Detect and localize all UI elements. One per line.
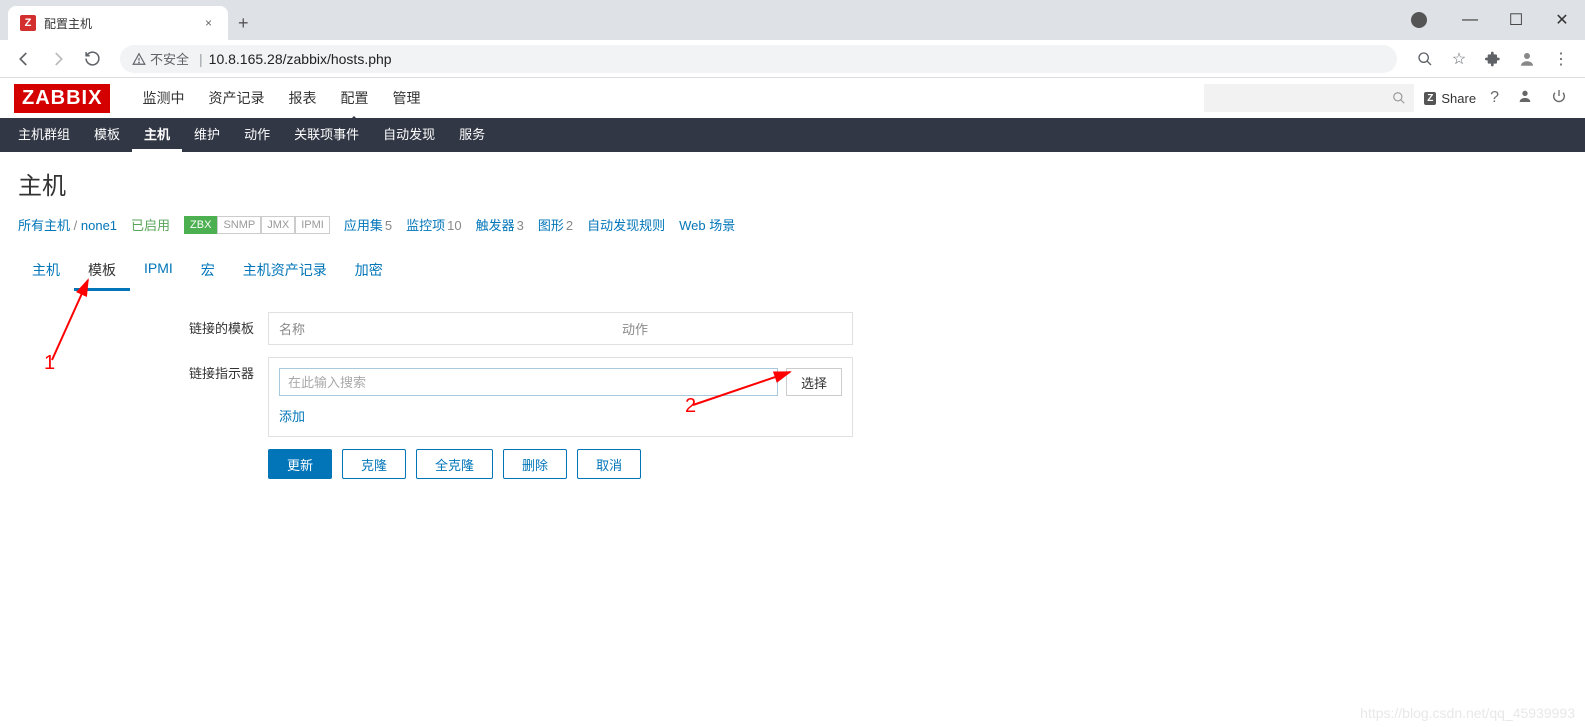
add-link[interactable]: 添加 [279,406,305,425]
new-tab-button[interactable]: + [228,6,259,40]
th-name: 名称 [279,319,622,338]
forward-button[interactable] [44,45,72,73]
subnav-hosts[interactable]: 主机 [132,118,182,152]
breadcrumb-host[interactable]: none1 [81,218,117,233]
linked-templates-table: 名称 动作 [268,312,853,345]
breadcrumb-all-hosts[interactable]: 所有主机 [18,218,70,233]
subnav-actions[interactable]: 动作 [232,118,282,152]
tab-host-inventory[interactable]: 主机资产记录 [229,252,341,291]
user-icon[interactable] [1513,84,1537,113]
close-window-icon[interactable]: ✕ [1539,5,1585,35]
topnav-reports[interactable]: 报表 [276,78,328,118]
window-controls: — ☐ ✕ [1411,0,1585,40]
badge-jmx: JMX [261,216,295,234]
topnav-administration[interactable]: 管理 [380,78,432,118]
tab-title: 配置主机 [44,15,92,32]
browser-toolbar: 不安全 | 10.8.165.28/zabbix/hosts.php ☆ ⋮ [0,40,1585,78]
select-button[interactable]: 选择 [786,368,842,396]
link-triggers[interactable]: 触发器 [476,218,515,233]
address-bar[interactable]: 不安全 | 10.8.165.28/zabbix/hosts.php [120,45,1397,73]
badge-zbx: ZBX [184,216,217,234]
breadcrumb: 所有主机 / none1 已启用 ZBX SNMP JMX IPMI 应用集5 … [18,215,1567,234]
link-items[interactable]: 监控项 [406,218,445,233]
privacy-shield-icon[interactable] [1411,12,1427,28]
not-secure-warning: 不安全 [132,49,189,68]
badge-snmp: SNMP [217,216,261,234]
page-title: 主机 [18,166,1567,201]
tab-host[interactable]: 主机 [18,252,74,291]
help-icon[interactable]: ? [1486,85,1503,111]
share-badge-icon: Z [1424,92,1436,105]
maximize-icon[interactable]: ☐ [1493,5,1539,35]
tab-templates[interactable]: 模板 [74,252,130,291]
topnav-configuration[interactable]: 配置 [328,78,380,118]
close-tab-icon[interactable]: × [201,16,216,30]
link-discovery-rules[interactable]: 自动发现规则 [587,218,665,233]
tab-macros[interactable]: 宏 [187,252,229,291]
reload-button[interactable] [78,45,106,73]
linked-templates-label: 链接的模板 [18,312,268,337]
subnav-hostgroups[interactable]: 主机群组 [6,118,82,152]
sub-nav: 主机群组 模板 主机 维护 动作 关联项事件 自动发现 服务 [0,118,1585,152]
back-button[interactable] [10,45,38,73]
link-web-scenarios[interactable]: Web 场景 [679,218,735,233]
subnav-templates[interactable]: 模板 [82,118,132,152]
share-link[interactable]: Z Share [1424,91,1476,106]
update-button[interactable]: 更新 [268,449,332,479]
badge-ipmi: IPMI [295,216,330,234]
zabbix-header: ZABBIX 监测中 资产记录 报表 配置 管理 Z Share ? [0,78,1585,118]
clone-button[interactable]: 克隆 [342,449,406,479]
browser-menu-icon[interactable]: ⋮ [1547,45,1575,73]
subnav-correlation[interactable]: 关联项事件 [282,118,371,152]
th-action: 动作 [622,319,842,338]
subnav-discovery[interactable]: 自动发现 [371,118,447,152]
delete-button[interactable]: 删除 [503,449,567,479]
link-indicator-label: 链接指示器 [18,357,268,382]
link-applications[interactable]: 应用集 [344,218,383,233]
enabled-status: 已启用 [131,215,170,234]
top-nav: 监测中 资产记录 报表 配置 管理 [130,78,432,118]
interface-status: ZBX SNMP JMX IPMI [184,216,330,234]
tab-ipmi[interactable]: IPMI [130,252,187,291]
topnav-inventory[interactable]: 资产记录 [196,78,276,118]
link-graphs[interactable]: 图形 [538,218,564,233]
watermark: https://blog.csdn.net/qq_45939993 [1360,705,1575,721]
minimize-icon[interactable]: — [1447,5,1493,35]
form-tabs: 主机 模板 IPMI 宏 主机资产记录 加密 [18,252,1567,292]
extensions-icon[interactable] [1479,45,1507,73]
zabbix-favicon: Z [20,15,36,31]
browser-tab[interactable]: Z 配置主机 × [8,6,228,40]
action-buttons: 更新 克隆 全克隆 删除 取消 [268,449,858,479]
cancel-button[interactable]: 取消 [577,449,641,479]
profile-avatar-icon[interactable] [1513,45,1541,73]
full-clone-button[interactable]: 全克隆 [416,449,493,479]
subnav-maintenance[interactable]: 维护 [182,118,232,152]
bookmark-star-icon[interactable]: ☆ [1445,45,1473,73]
search-input[interactable] [1212,91,1392,106]
global-search[interactable] [1204,84,1414,112]
search-icon [1392,91,1406,105]
page-content: 主机 所有主机 / none1 已启用 ZBX SNMP JMX IPMI 应用… [0,152,1585,515]
zoom-icon[interactable] [1411,45,1439,73]
zabbix-logo[interactable]: ZABBIX [14,84,110,113]
url-text: 10.8.165.28/zabbix/hosts.php [209,51,392,67]
topnav-monitoring[interactable]: 监测中 [130,78,196,118]
link-indicator-box: 选择 添加 [268,357,853,437]
tab-encryption[interactable]: 加密 [341,252,397,291]
browser-tab-bar: Z 配置主机 × + — ☐ ✕ [0,0,1585,40]
template-search-input[interactable] [279,368,778,396]
subnav-services[interactable]: 服务 [447,118,497,152]
logout-icon[interactable] [1547,84,1571,113]
